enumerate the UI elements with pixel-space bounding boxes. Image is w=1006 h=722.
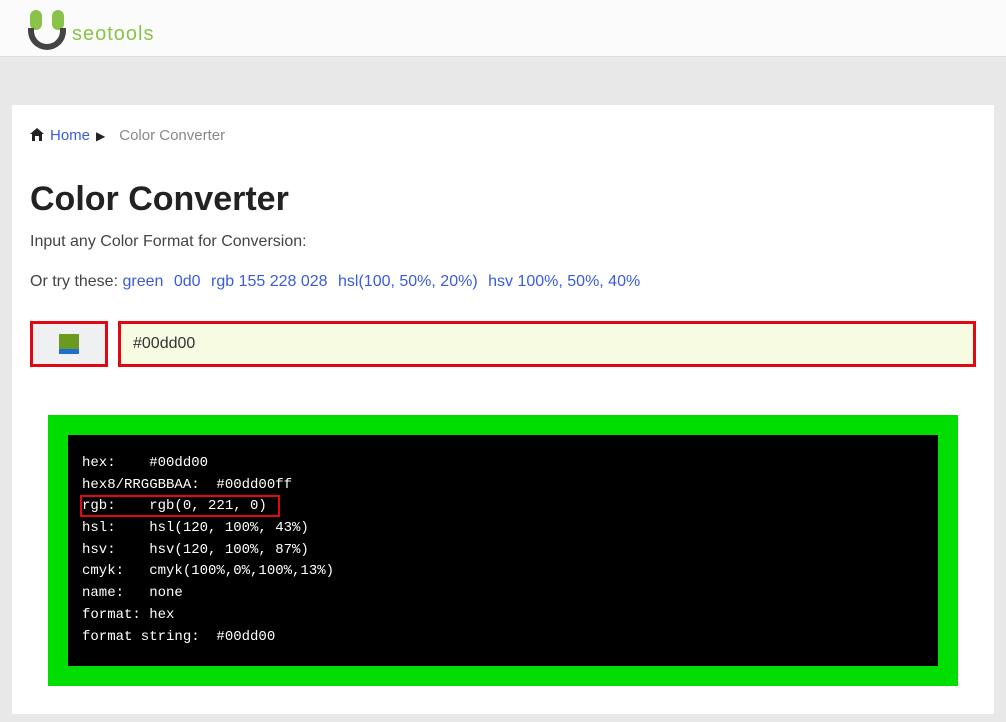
color-swatch-icon [59,334,79,354]
try-example-link[interactable]: rgb 155 228 028 [211,273,328,290]
try-label: Or try these: [30,273,118,290]
try-example-link[interactable]: green [122,273,163,290]
input-row [30,321,976,367]
content-card: Home ▶ Color Converter Color Converter I… [12,105,994,714]
logo[interactable]: seotools [28,10,978,50]
chevron-right-icon: ▶ [96,129,105,143]
breadcrumb-current: Color Converter [119,127,225,144]
breadcrumb-home-link[interactable]: Home [50,127,90,144]
breadcrumb: Home ▶ Color Converter [30,127,976,144]
logo-icon [28,10,68,50]
result-output: hex: #00dd00 hex8/RRGGBBAA: #00dd00ff rg… [68,435,938,666]
result-text: hex: #00dd00 hex8/RRGGBBAA: #00dd00ff rg… [82,455,334,645]
topbar: seotools [0,0,1006,57]
page-title: Color Converter [30,180,976,219]
subtitle: Input any Color Format for Conversion: [30,233,976,251]
page-wrap: Home ▶ Color Converter Color Converter I… [0,57,1006,714]
try-examples-row: Or try these: green 0d0 rgb 155 228 028 … [30,273,976,291]
try-example-link[interactable]: hsl(100, 50%, 20%) [338,273,478,290]
try-example-link[interactable]: 0d0 [174,273,201,290]
result-panel: hex: #00dd00 hex8/RRGGBBAA: #00dd00ff rg… [48,415,958,686]
home-icon [30,128,44,144]
try-example-link[interactable]: hsv 100%, 50%, 40% [488,273,640,290]
color-swatch-button[interactable] [30,321,108,367]
color-input[interactable] [118,321,976,367]
logo-text: seotools [70,23,155,50]
